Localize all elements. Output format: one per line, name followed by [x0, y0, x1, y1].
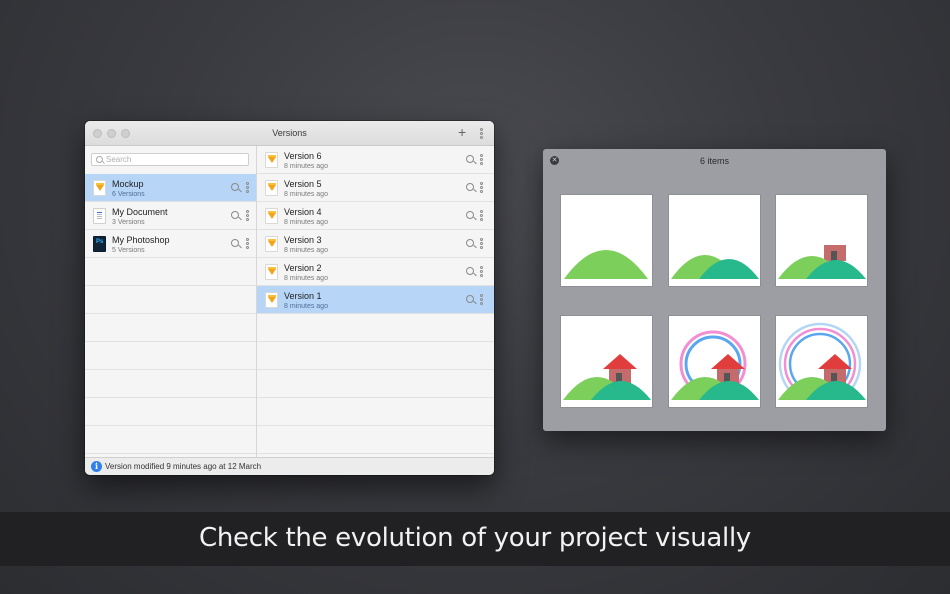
empty-row	[257, 370, 494, 398]
version-row[interactable]: Version 2 8 minutes ago	[257, 258, 494, 286]
empty-row	[85, 370, 256, 398]
sketch-file-icon	[265, 152, 278, 168]
photoshop-file-icon	[93, 236, 106, 252]
versions-pane: Version 6 8 minutes ago Version 5 8 minu…	[257, 146, 494, 457]
sketch-file-icon	[265, 208, 278, 224]
caption-text: Check the evolution of your project visu…	[199, 523, 751, 553]
empty-row	[257, 398, 494, 426]
version-name: Version 5	[284, 179, 322, 189]
versions-window: Versions + Mockup 6 Versions My Document…	[85, 121, 494, 475]
version-thumbnail[interactable]	[560, 194, 653, 287]
more-options-icon[interactable]	[480, 154, 483, 165]
preview-magnifier-icon[interactable]	[231, 183, 239, 191]
preview-magnifier-icon[interactable]	[466, 211, 474, 219]
add-button[interactable]: +	[458, 125, 466, 139]
items-preview-panel: ✕ 6 items	[543, 149, 886, 431]
empty-row	[85, 398, 256, 426]
document-name: Mockup	[112, 179, 144, 189]
document-row-mockup[interactable]: Mockup 6 Versions	[85, 174, 256, 202]
sketch-file-icon	[265, 264, 278, 280]
version-time: 8 minutes ago	[284, 303, 328, 310]
window-titlebar[interactable]: Versions +	[85, 121, 494, 146]
version-row[interactable]: Version 5 8 minutes ago	[257, 174, 494, 202]
version-row[interactable]: Version 3 8 minutes ago	[257, 230, 494, 258]
version-name: Version 3	[284, 235, 322, 245]
more-options-icon[interactable]	[480, 294, 483, 305]
empty-row	[85, 342, 256, 370]
version-thumbnail[interactable]	[775, 194, 868, 287]
more-options-icon[interactable]	[480, 182, 483, 193]
empty-row	[257, 342, 494, 370]
search-field[interactable]	[91, 153, 249, 166]
sketch-file-icon	[265, 292, 278, 308]
document-version-count: 6 Versions	[112, 191, 145, 198]
document-row-my-photoshop[interactable]: My Photoshop 5 Versions	[85, 230, 256, 258]
status-bar: i Version modified 9 minutes ago at 12 M…	[85, 457, 494, 475]
sketch-file-icon	[93, 180, 106, 196]
document-name: My Document	[112, 207, 168, 217]
documents-pane: Mockup 6 Versions My Document 3 Versions…	[85, 146, 257, 457]
caption-band: Check the evolution of your project visu…	[0, 512, 950, 566]
document-version-count: 5 Versions	[112, 247, 145, 254]
version-name: Version 6	[284, 151, 322, 161]
preview-magnifier-icon[interactable]	[466, 155, 474, 163]
preview-magnifier-icon[interactable]	[466, 267, 474, 275]
more-options-icon[interactable]	[480, 128, 483, 139]
more-options-icon[interactable]	[246, 182, 249, 193]
sketch-file-icon	[265, 180, 278, 196]
preview-magnifier-icon[interactable]	[466, 183, 474, 191]
preview-magnifier-icon[interactable]	[466, 295, 474, 303]
empty-row	[85, 426, 256, 454]
preview-magnifier-icon[interactable]	[231, 211, 239, 219]
preview-magnifier-icon[interactable]	[466, 239, 474, 247]
window-title: Versions	[272, 128, 307, 138]
version-row-selected[interactable]: Version 1 8 minutes ago	[257, 286, 494, 314]
panel-title: 6 items	[699, 156, 729, 166]
version-row[interactable]: Version 4 8 minutes ago	[257, 202, 494, 230]
more-options-icon[interactable]	[246, 210, 249, 221]
more-options-icon[interactable]	[480, 266, 483, 277]
empty-row	[257, 314, 494, 342]
empty-row	[257, 426, 494, 454]
version-thumbnail[interactable]	[560, 315, 653, 408]
version-time: 8 minutes ago	[284, 219, 328, 226]
document-row-my-document[interactable]: My Document 3 Versions	[85, 202, 256, 230]
empty-row	[85, 314, 256, 342]
preview-magnifier-icon[interactable]	[231, 239, 239, 247]
empty-row	[85, 286, 256, 314]
search-input[interactable]	[106, 154, 246, 165]
empty-row	[85, 258, 256, 286]
version-thumbnail[interactable]	[668, 194, 761, 287]
version-thumbnail[interactable]	[775, 315, 868, 408]
version-name: Version 1	[284, 291, 322, 301]
version-row[interactable]: Version 6 8 minutes ago	[257, 146, 494, 174]
version-time: 8 minutes ago	[284, 247, 328, 254]
document-version-count: 3 Versions	[112, 219, 145, 226]
word-document-icon	[93, 208, 106, 224]
version-thumbnail[interactable]	[668, 315, 761, 408]
search-icon	[96, 156, 103, 163]
more-options-icon[interactable]	[480, 210, 483, 221]
document-name: My Photoshop	[112, 235, 170, 245]
info-icon: i	[91, 461, 102, 472]
status-text: Version modified 9 minutes ago at 12 Mar…	[105, 462, 262, 471]
version-time: 8 minutes ago	[284, 275, 328, 282]
more-options-icon[interactable]	[480, 238, 483, 249]
version-name: Version 4	[284, 207, 322, 217]
more-options-icon[interactable]	[246, 238, 249, 249]
version-name: Version 2	[284, 263, 322, 273]
version-time: 8 minutes ago	[284, 191, 328, 198]
sketch-file-icon	[265, 236, 278, 252]
version-time: 8 minutes ago	[284, 163, 328, 170]
